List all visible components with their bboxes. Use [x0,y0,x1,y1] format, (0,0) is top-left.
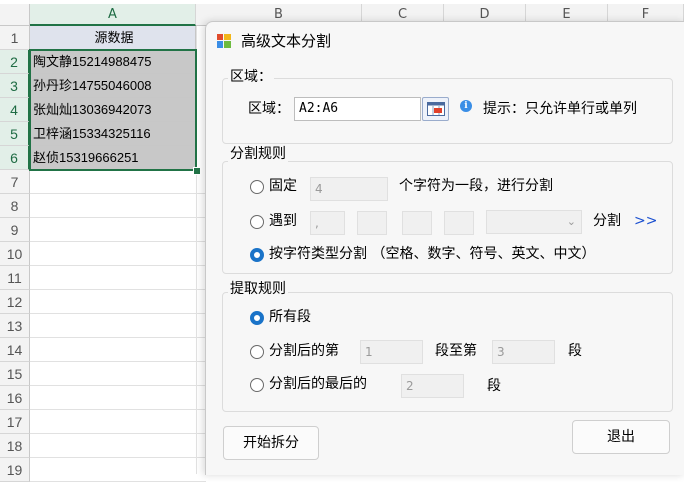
region-input[interactable]: A2:A6 [294,97,421,121]
fixed-label[interactable]: 固定 [269,176,297,196]
exit-button[interactable]: 退出 [572,420,670,454]
row-header-5[interactable]: 5 [0,122,30,146]
start-split-button[interactable]: 开始拆分 [223,426,319,460]
row-header-2[interactable]: 2 [0,50,30,74]
meet-suffix: 分割 [593,213,621,229]
row-header-10[interactable]: 10 [0,242,30,266]
by-type-label[interactable]: 按字符类型分割 （空格、数字、符号、英文、中文） [269,244,595,264]
grid-row[interactable] [30,314,206,338]
grid-row[interactable] [30,458,206,482]
all-segments-label[interactable]: 所有段 [269,307,311,327]
delimiter-dropdown[interactable]: ⌄ [486,210,582,234]
grid-row[interactable] [30,290,206,314]
row-header-12[interactable]: 12 [0,290,30,314]
dialog-titlebar[interactable]: 高级文本分割 [206,22,684,58]
row-header-3[interactable]: 3 [0,74,30,98]
delimiter-input-3[interactable] [402,211,432,235]
row-header-7[interactable]: 7 [0,170,30,194]
range-select-button[interactable] [422,97,449,121]
segment-from-input[interactable]: 1 [360,340,423,364]
select-all-corner[interactable] [0,4,30,26]
grid-row[interactable] [30,170,206,194]
delimiter-input-2[interactable] [357,211,387,235]
radio-meet[interactable] [250,215,264,229]
row-header-11[interactable]: 11 [0,266,30,290]
selection-range [29,49,197,171]
row-header-13[interactable]: 13 [0,314,30,338]
dialog-title: 高级文本分割 [241,32,332,50]
more-options-link[interactable]: >> [634,211,657,231]
extract-rules-title: 提取规则 [228,281,288,297]
grid-row[interactable] [30,338,206,362]
app-icon [217,34,231,48]
radio-segment-range[interactable] [250,345,264,359]
region-hint: 提示：只允许单行或单列 [483,101,637,117]
row-header-1[interactable]: 1 [0,26,30,50]
grid-row[interactable] [30,362,206,386]
chevron-down-icon: ⌄ [566,215,576,228]
row-header-16[interactable]: 16 [0,386,30,410]
last-segments-label[interactable]: 分割后的最后的 [269,374,367,394]
row-header-18[interactable]: 18 [0,434,30,458]
grid-row[interactable] [30,242,206,266]
delimiter-input-4[interactable] [444,211,474,235]
grid-row[interactable] [30,218,206,242]
radio-fixed[interactable] [250,180,264,194]
cell-a1-header[interactable]: 源数据 [30,26,196,50]
radio-last-segments[interactable] [250,378,264,392]
info-icon: i [460,100,472,112]
grid-row[interactable] [30,194,206,218]
range-picker-icon [427,102,445,120]
text-split-dialog: 高级文本分割 区域： 区域： A2:A6 i 提示：只允许单行或单列 分割规则 … [205,21,684,475]
grid-row[interactable] [30,386,206,410]
row-header-9[interactable]: 9 [0,218,30,242]
segment-range-mid: 段至第 [435,343,477,359]
segment-range-suffix: 段 [568,343,582,359]
fill-handle[interactable] [193,167,201,175]
region-group-title: 区域： [228,69,274,85]
row-header-6[interactable]: 6 [0,146,30,170]
last-count-input[interactable]: 2 [401,374,464,398]
grid-row[interactable] [30,410,206,434]
delimiter-input-1[interactable]: , [310,211,345,235]
fixed-suffix: 个字符为一段，进行分割 [399,178,553,194]
row-header-4[interactable]: 4 [0,98,30,122]
region-label: 区域： [248,101,290,117]
grid-row[interactable] [30,434,206,458]
last-segments-suffix: 段 [487,378,501,394]
column-header-a[interactable]: A [30,4,196,26]
row-header-8[interactable]: 8 [0,194,30,218]
row-header-17[interactable]: 17 [0,410,30,434]
grid-row[interactable] [30,266,206,290]
split-rules-title: 分割规则 [228,146,288,162]
segment-to-input[interactable]: 3 [492,340,555,364]
radio-by-type[interactable] [250,248,264,262]
radio-all-segments[interactable] [250,311,264,325]
meet-label[interactable]: 遇到 [269,211,297,231]
segment-range-label[interactable]: 分割后的第 [269,341,339,361]
row-header-15[interactable]: 15 [0,362,30,386]
row-header-14[interactable]: 14 [0,338,30,362]
row-header-19[interactable]: 19 [0,458,30,482]
fixed-count-input[interactable]: 4 [310,177,388,201]
